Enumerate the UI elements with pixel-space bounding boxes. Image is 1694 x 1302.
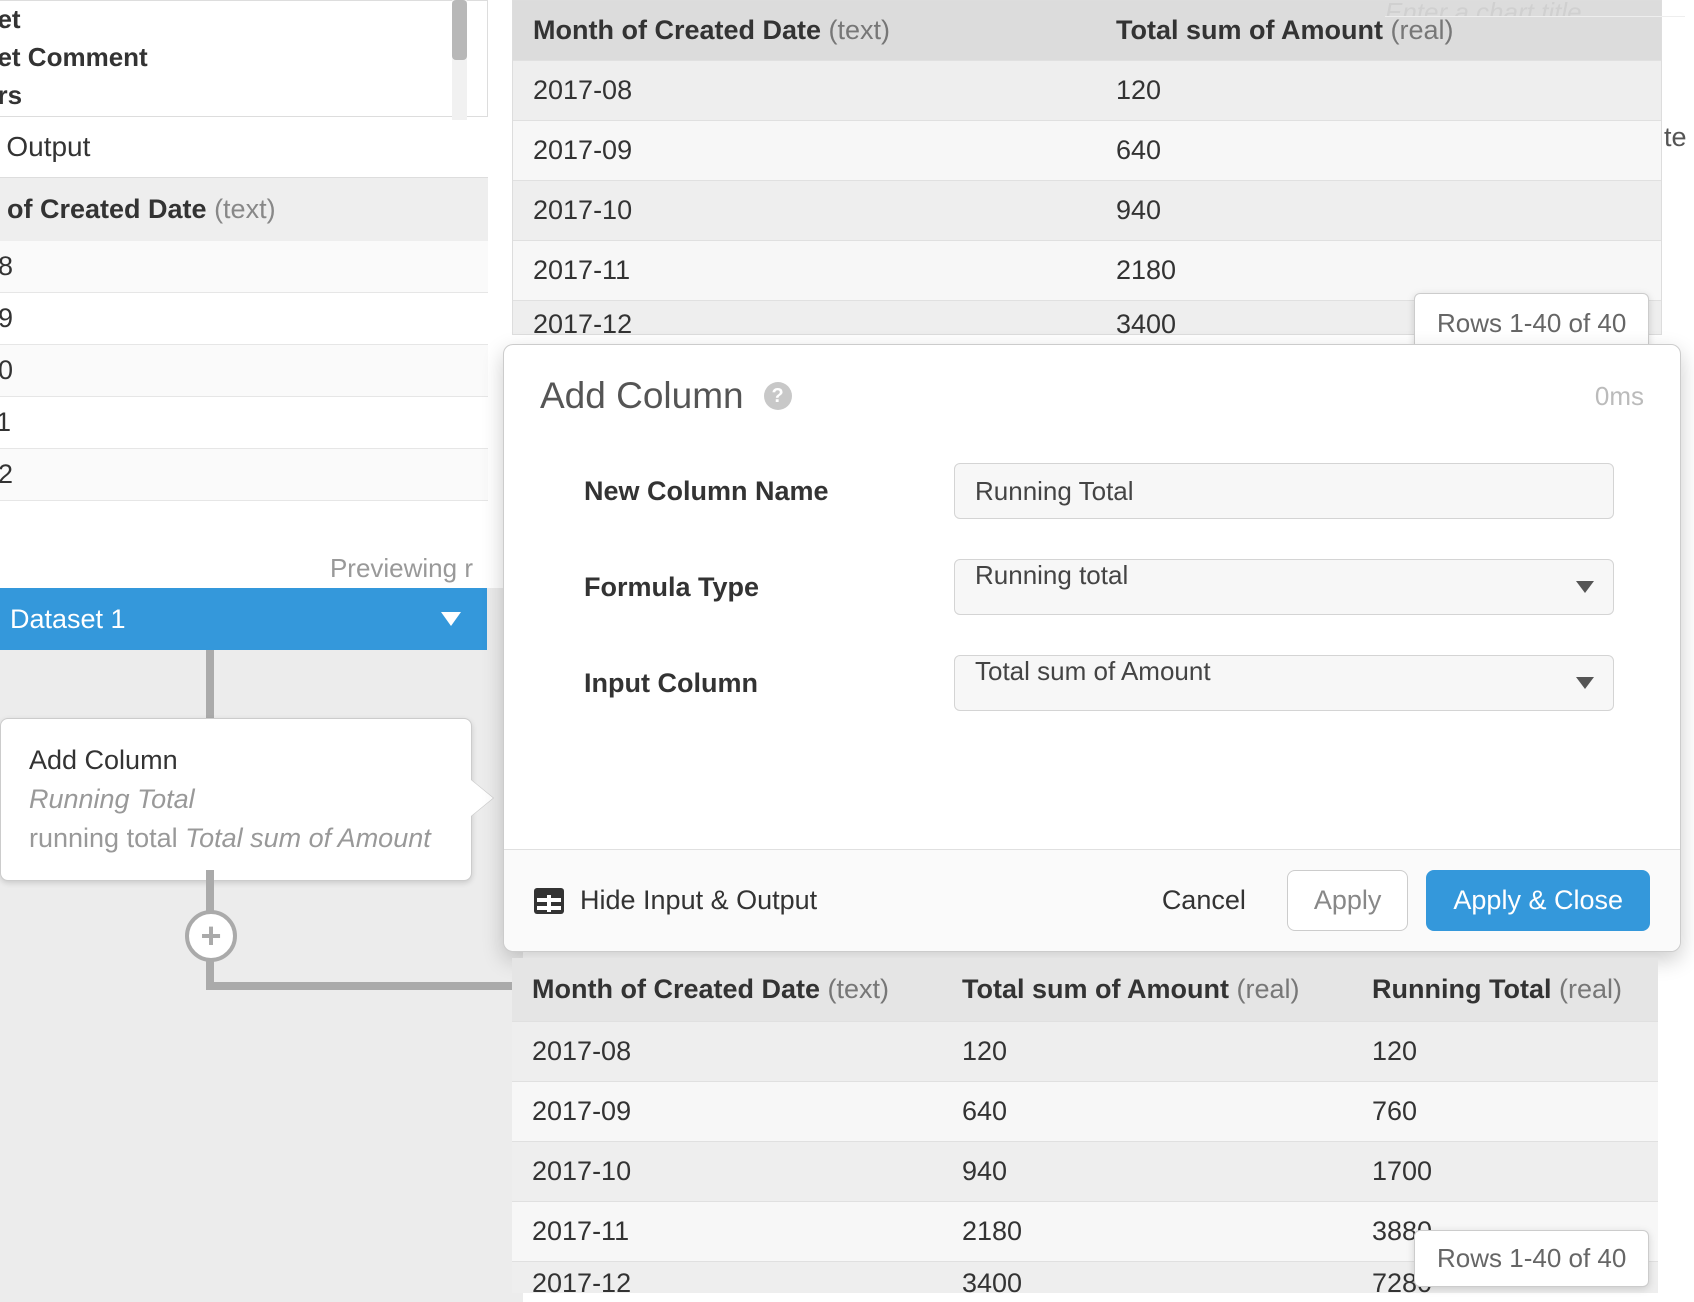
input-table: Month of Created Date (text) Total sum o… (512, 0, 1662, 335)
input-column-select[interactable]: Total sum of Amount (954, 655, 1614, 711)
form-row-name: New Column Name (584, 463, 1640, 519)
step-description: running total Total sum of Amount (29, 819, 443, 858)
table-row: 2017-08 120 120 (512, 1021, 1658, 1081)
table-cell: 2017-08 (512, 1036, 942, 1067)
table-cell: 2180 (1096, 255, 1656, 286)
table-cell: 940 (1096, 195, 1656, 226)
table-cell: 940 (942, 1156, 1352, 1187)
chevron-down-icon (441, 612, 461, 626)
apply-close-button[interactable]: Apply & Close (1426, 870, 1650, 931)
clipped-text: te (1664, 122, 1687, 153)
table-cell: 120 (1096, 75, 1656, 106)
table-cell: 2017-10 (512, 1156, 942, 1187)
table-cell: 1700 (1352, 1156, 1652, 1187)
table-header-cell[interactable]: Total sum of Amount (real) (942, 974, 1352, 1005)
modal-header: Add Column ? 0ms (504, 345, 1680, 425)
table-cell: 2017-11 (513, 255, 1096, 286)
hide-io-label: Hide Input & Output (580, 885, 817, 916)
modal-body: New Column Name Formula Type Running tot… (504, 425, 1680, 849)
chart-title-input[interactable]: Enter a chart title (1385, 0, 1685, 17)
section-heading: e Output (0, 117, 488, 178)
table-row: 2017-10 940 1700 (512, 1141, 1658, 1201)
column-type: (text) (214, 194, 276, 224)
table-cell: 2180 (942, 1216, 1352, 1247)
table-icon (534, 888, 564, 914)
step-title: Add Column (29, 741, 443, 780)
table-cell: 2017-09 (512, 1096, 942, 1127)
formula-type-select[interactable]: Running total (954, 559, 1614, 615)
new-column-name-input[interactable] (954, 463, 1614, 519)
card-pointer-icon (471, 780, 493, 816)
table-row: 2017-10 940 (513, 180, 1661, 240)
modal-timing: 0ms (1595, 381, 1644, 412)
add-column-modal: Add Column ? 0ms New Column Name Formula… (503, 344, 1681, 952)
table-header-row: Month of Created Date (text) Total sum o… (512, 958, 1658, 1021)
left-field-list: ket ket Comment ers (0, 0, 488, 117)
table-row: 2017-09 640 760 (512, 1081, 1658, 1141)
scrollbar-thumb[interactable] (452, 0, 467, 60)
table-header-cell[interactable]: Month of Created Date (text) (513, 15, 1096, 46)
preview-cell: 11 (0, 397, 488, 449)
table-header-cell[interactable]: Total sum of Amount (real) (1096, 15, 1656, 46)
add-step-button[interactable]: + (185, 910, 237, 962)
scrollbar-track[interactable] (452, 0, 467, 120)
pipeline-step-card[interactable]: Add Column Running Total running total T… (0, 718, 472, 881)
preview-cell: 12 (0, 449, 488, 501)
table-row: 2017-09 640 (513, 120, 1661, 180)
table-cell: 2017-12 (513, 309, 1096, 320)
pipeline-canvas[interactable] (0, 588, 523, 1302)
form-row-input-column: Input Column Total sum of Amount (584, 655, 1640, 711)
preview-cell: 10 (0, 345, 488, 397)
table-cell: 2017-11 (512, 1216, 942, 1247)
table-header-cell[interactable]: Month of Created Date (text) (512, 974, 942, 1005)
table-cell: 2017-10 (513, 195, 1096, 226)
table-cell: 760 (1352, 1096, 1652, 1127)
table-cell: 2017-08 (513, 75, 1096, 106)
column-label: h of Created Date (0, 194, 207, 224)
table-row: 2017-08 120 (513, 60, 1661, 120)
table-row: 2017-11 2180 (513, 240, 1661, 300)
dataset-node[interactable]: Dataset 1 (0, 588, 487, 650)
step-subtitle: Running Total (29, 780, 443, 819)
preview-cell: 08 (0, 241, 488, 293)
table-cell: 120 (942, 1036, 1352, 1067)
table-cell: 640 (942, 1096, 1352, 1127)
cancel-button[interactable]: Cancel (1135, 870, 1273, 931)
pipeline-connector (210, 982, 526, 990)
field-item[interactable]: ers (0, 77, 487, 115)
apply-button[interactable]: Apply (1287, 870, 1409, 931)
preview-rows: 08 09 10 11 12 (0, 241, 488, 501)
table-cell: 3400 (942, 1268, 1352, 1279)
modal-title: Add Column (540, 375, 744, 417)
table-cell: 640 (1096, 135, 1656, 166)
label-new-column-name: New Column Name (584, 476, 954, 507)
help-icon[interactable]: ? (764, 382, 792, 410)
pipeline-connector (206, 650, 214, 718)
dataset-label: Dataset 1 (10, 604, 126, 634)
field-item[interactable]: ket Comment (0, 39, 487, 77)
label-formula-type: Formula Type (584, 572, 954, 603)
preview-cell: 09 (0, 293, 488, 345)
form-row-formula: Formula Type Running total (584, 559, 1640, 615)
preview-column-header: h of Created Date (text) (0, 178, 488, 241)
table-cell: 2017-09 (513, 135, 1096, 166)
modal-footer: Hide Input & Output Cancel Apply Apply &… (504, 849, 1680, 951)
field-item[interactable]: ket (0, 1, 487, 39)
table-header-cell[interactable]: Running Total (real) (1352, 974, 1652, 1005)
label-input-column: Input Column (584, 668, 954, 699)
table-cell: 2017-12 (512, 1268, 942, 1279)
preview-status: Previewing r (0, 545, 487, 593)
hide-input-output-button[interactable]: Hide Input & Output (534, 885, 817, 916)
row-count-badge: Rows 1-40 of 40 (1414, 1230, 1649, 1287)
table-cell: 120 (1352, 1036, 1652, 1067)
